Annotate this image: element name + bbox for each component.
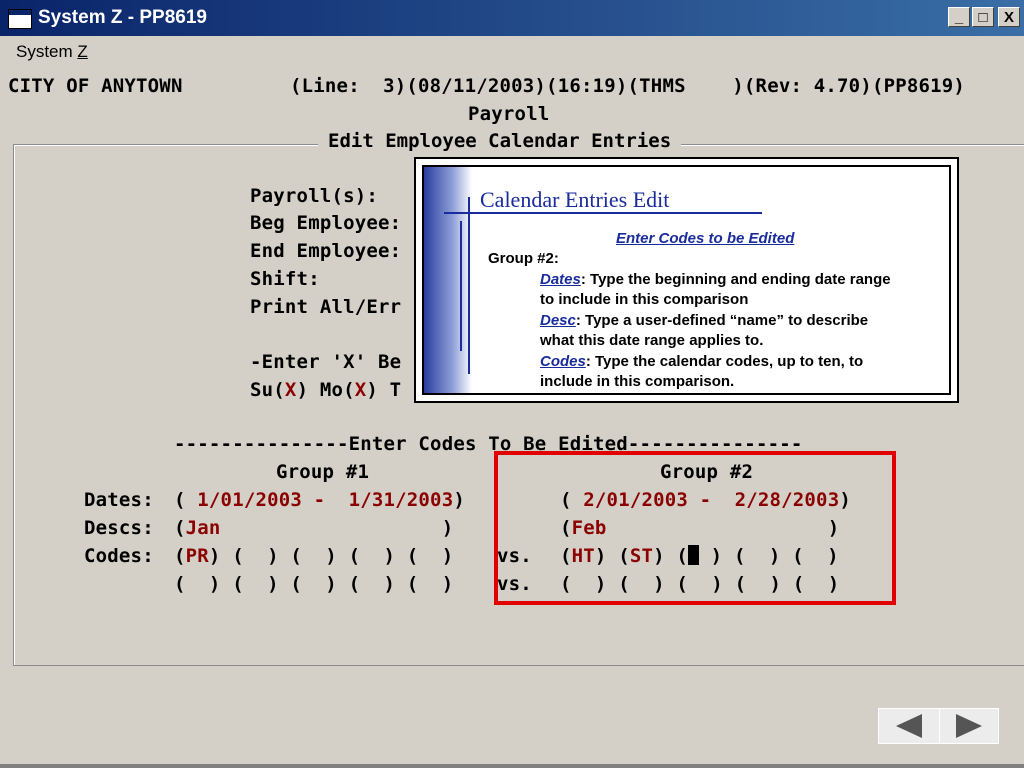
label-payrolls: Payroll(s):: [250, 185, 379, 207]
previous-button[interactable]: [879, 709, 940, 743]
group1-dates: ( 1/01/2003 - 1/31/2003): [174, 489, 465, 511]
group1-dates-field[interactable]: 1/01/2003 - 1/31/2003: [197, 489, 453, 511]
callout-codes-line2: include in this comparison.: [540, 373, 735, 390]
next-button[interactable]: [939, 709, 999, 743]
dates-desc: : Type the beginning and ending date ran…: [580, 271, 891, 288]
screen-title: Edit Employee Calendar Entries: [318, 130, 682, 152]
desc-desc: : Type a user-defined “name” to describe: [575, 312, 869, 329]
day-mo-field[interactable]: X: [355, 379, 367, 401]
title-bar: System Z - PP8619 _ □ X: [0, 0, 1024, 36]
group1-codes-rest[interactable]: ) ( ) ( ) ( ) ( ): [209, 545, 453, 567]
callout-group: Group #2:: [488, 250, 559, 267]
arrow-right-icon: [956, 714, 982, 738]
group1-desc: (Jan ): [174, 517, 453, 539]
group2-highlight-box: [494, 451, 896, 605]
callout-gradient-bar: [424, 167, 472, 393]
desc-keyword: Desc: [540, 312, 576, 329]
days-su-label: Su(: [250, 379, 285, 401]
label-enter-x: -Enter 'X' Be: [250, 351, 402, 373]
callout-accent-line: [460, 221, 462, 351]
group1-codes-row1: (PR) ( ) ( ) ( ) ( ): [174, 545, 454, 567]
descs-label: Descs:: [84, 517, 154, 539]
slide-navigation: [878, 708, 999, 744]
callout-accent-line: [468, 197, 470, 374]
group1-label: Group #1: [276, 461, 370, 483]
arrow-left-icon: [896, 714, 922, 738]
callout-desc-line1: Desc: Type a user-defined “name” to desc…: [540, 312, 868, 329]
module-name: Payroll: [468, 103, 550, 125]
window-title: System Z - PP8619: [38, 7, 207, 28]
window-icon[interactable]: [8, 9, 32, 29]
callout-dates-line2: to include in this comparison: [540, 291, 749, 308]
menu-system-accesskey: Z: [77, 42, 88, 61]
menu-system-label: System: [16, 42, 78, 61]
codes-keyword: Codes: [540, 353, 586, 370]
label-shift: Shift:: [250, 268, 320, 290]
help-callout: Calendar Entries Edit Enter Codes to be …: [414, 157, 959, 403]
callout-desc-line2: what this date range applies to.: [540, 332, 764, 349]
menu-system[interactable]: System Z: [16, 42, 88, 62]
close-button[interactable]: X: [998, 7, 1020, 27]
codes-desc: : Type the calendar codes, up to ten, to: [585, 353, 864, 370]
group1-desc-close: ): [220, 517, 454, 539]
group1-code-field[interactable]: PR: [186, 545, 209, 567]
callout-codes-line1: Codes: Type the calendar codes, up to te…: [540, 353, 863, 370]
minimize-button[interactable]: _: [948, 7, 970, 27]
dates-keyword: Dates: [540, 271, 581, 288]
group1-dates-close: ): [453, 489, 465, 511]
label-beg-employee: Beg Employee:: [250, 212, 402, 234]
group1-codes-row2[interactable]: ( ) ( ) ( ) ( ) ( ): [174, 573, 453, 595]
label-end-employee: End Employee:: [250, 240, 402, 262]
days-mo-label: ) Mo(: [296, 379, 355, 401]
status-line: (Line: 3)(08/11/2003)(16:19)(THMS )(Rev:…: [290, 75, 966, 97]
label-print: Print All/Err: [250, 296, 402, 318]
callout-title: Calendar Entries Edit: [480, 187, 670, 212]
window-bottom-edge: [0, 764, 1024, 768]
callout-dates-line1: Dates: Type the beginning and ending dat…: [540, 271, 891, 288]
group1-desc-field[interactable]: Jan: [186, 517, 221, 539]
org-name: CITY OF ANYTOWN: [8, 75, 183, 97]
menu-bar: System Z: [0, 36, 1024, 68]
group1-dates-open: (: [174, 489, 198, 511]
codes-label: Codes:: [84, 545, 154, 567]
days-t-label: ) T: [366, 379, 402, 401]
dates-label: Dates:: [84, 489, 154, 511]
day-su-field[interactable]: X: [285, 379, 297, 401]
group1-desc-open: (: [174, 517, 186, 539]
days-row: Su(X) Mo(X) T: [250, 379, 401, 401]
maximize-button[interactable]: □: [972, 7, 994, 27]
callout-subtitle: Enter Codes to be Edited: [616, 230, 795, 247]
